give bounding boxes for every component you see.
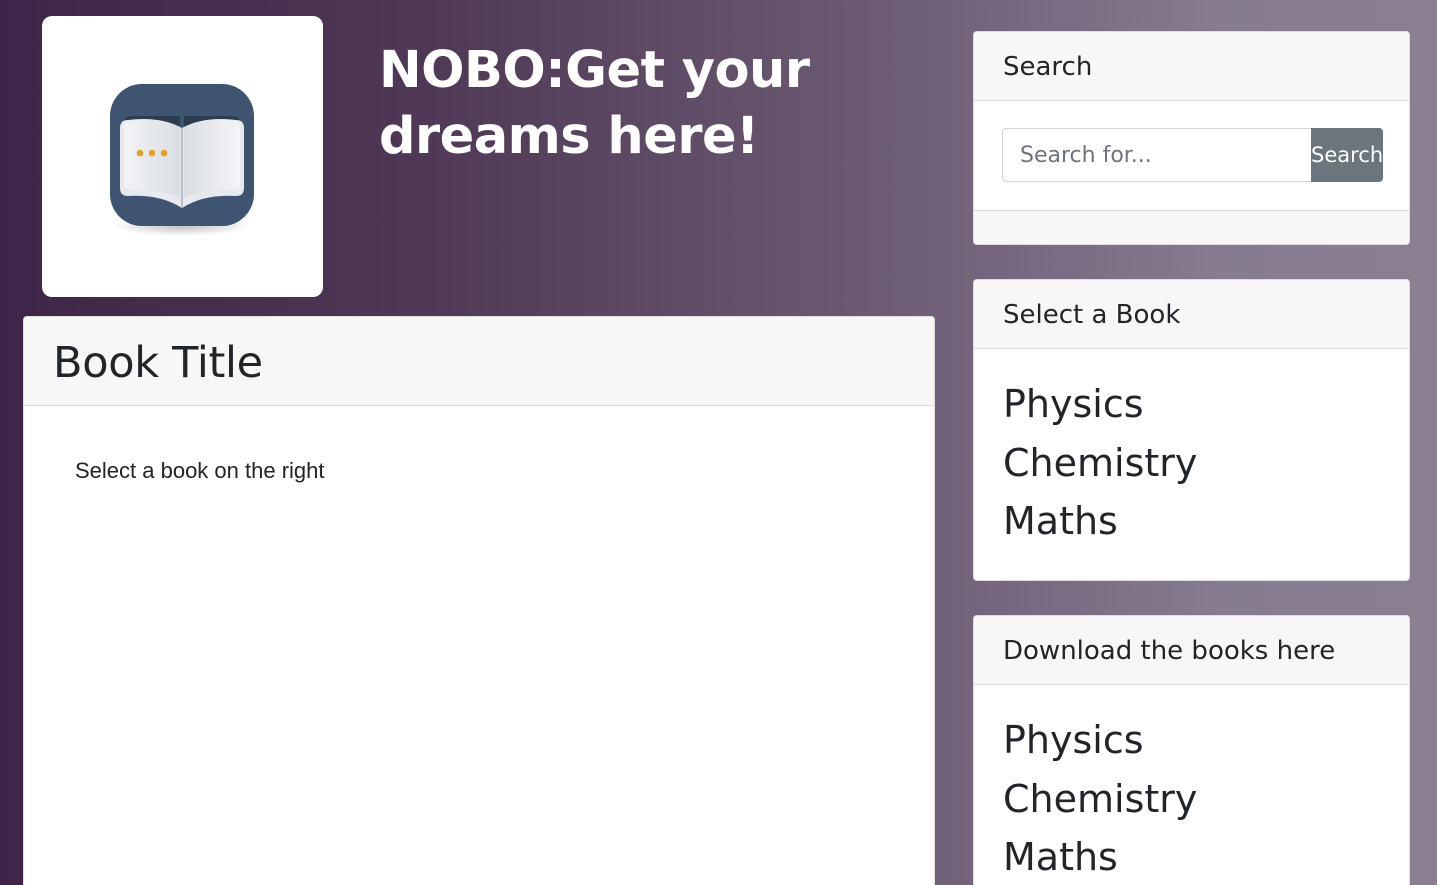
select-book-item-maths[interactable]: Maths bbox=[1003, 492, 1197, 551]
search-button[interactable]: Search bbox=[1311, 128, 1384, 182]
site-title: NOBO:Get your dreams here! bbox=[379, 41, 810, 166]
search-group: Search bbox=[1002, 128, 1384, 182]
book-content-card: Book Title Select a book on the right bbox=[23, 316, 935, 885]
book-content-header: Book Title bbox=[24, 317, 934, 406]
download-book-item-maths[interactable]: Maths bbox=[1003, 828, 1197, 885]
download-book-item-physics[interactable]: Physics bbox=[1003, 711, 1197, 770]
download-books-title: Download the books here bbox=[974, 616, 1409, 685]
search-input[interactable] bbox=[1002, 128, 1311, 182]
download-book-item-chemistry[interactable]: Chemistry bbox=[1003, 770, 1197, 829]
select-book-item-chemistry[interactable]: Chemistry bbox=[1003, 434, 1197, 493]
select-book-title: Select a Book bbox=[974, 280, 1409, 349]
book-title: Book Title bbox=[53, 338, 263, 388]
select-book-list: Physics Chemistry Maths bbox=[1003, 375, 1197, 551]
select-book-card: Select a Book Physics Chemistry Maths bbox=[973, 279, 1410, 581]
book-placeholder-text: Select a book on the right bbox=[75, 458, 325, 483]
select-book-item-physics[interactable]: Physics bbox=[1003, 375, 1197, 434]
site-logo[interactable] bbox=[42, 16, 323, 297]
book-app-icon bbox=[110, 84, 254, 236]
download-books-card: Download the books here Physics Chemistr… bbox=[973, 615, 1410, 885]
search-card-title: Search bbox=[974, 32, 1409, 101]
download-book-list: Physics Chemistry Maths bbox=[1003, 711, 1197, 885]
search-card-footer bbox=[974, 210, 1409, 244]
search-card: Search Search bbox=[973, 31, 1410, 245]
